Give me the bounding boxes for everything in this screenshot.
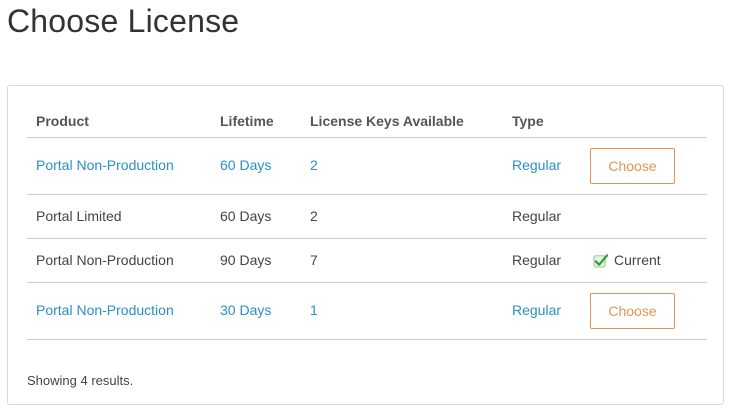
keys-cell: 2 xyxy=(310,208,318,224)
keys-cell[interactable]: 1 xyxy=(310,302,318,318)
lifetime-cell: 60 Days xyxy=(220,208,272,224)
table-row: Portal Limited 60 Days 2 Regular xyxy=(27,195,707,239)
page-title: Choose License xyxy=(7,3,240,39)
type-cell[interactable]: Regular xyxy=(512,157,561,173)
keys-cell[interactable]: 2 xyxy=(310,157,318,173)
table-row: Portal Non-Production 30 Days 1 Regular … xyxy=(27,283,707,340)
header-type: Type xyxy=(512,113,544,129)
table-row: Portal Non-Production 60 Days 2 Regular … xyxy=(27,138,707,195)
license-table: Product Lifetime License Keys Available … xyxy=(27,103,707,340)
current-label: Current xyxy=(614,252,661,268)
results-summary: Showing 4 results. xyxy=(27,373,134,388)
type-cell: Regular xyxy=(512,252,562,268)
product-cell: Portal Limited xyxy=(36,208,122,224)
header-product: Product xyxy=(36,113,89,129)
header-lifetime: Lifetime xyxy=(220,113,274,129)
product-cell: Portal Non-Production xyxy=(36,252,174,268)
keys-cell: 7 xyxy=(310,252,318,268)
table-header: Product Lifetime License Keys Available … xyxy=(27,103,707,138)
check-icon xyxy=(593,253,608,268)
lifetime-cell: 90 Days xyxy=(220,252,272,268)
product-cell[interactable]: Portal Non-Production xyxy=(36,302,174,318)
lifetime-cell[interactable]: 60 Days xyxy=(220,157,271,173)
product-cell[interactable]: Portal Non-Production xyxy=(36,157,174,173)
table-row: Portal Non-Production 90 Days 7 Regular … xyxy=(27,239,707,283)
lifetime-cell[interactable]: 30 Days xyxy=(220,302,271,318)
license-panel: Product Lifetime License Keys Available … xyxy=(7,85,724,405)
header-license-keys-available: License Keys Available xyxy=(310,113,464,129)
choose-button[interactable]: Choose xyxy=(590,293,675,329)
type-cell[interactable]: Regular xyxy=(512,302,561,318)
type-cell: Regular xyxy=(512,208,562,224)
choose-button[interactable]: Choose xyxy=(590,148,675,184)
current-status: Current xyxy=(593,252,661,268)
